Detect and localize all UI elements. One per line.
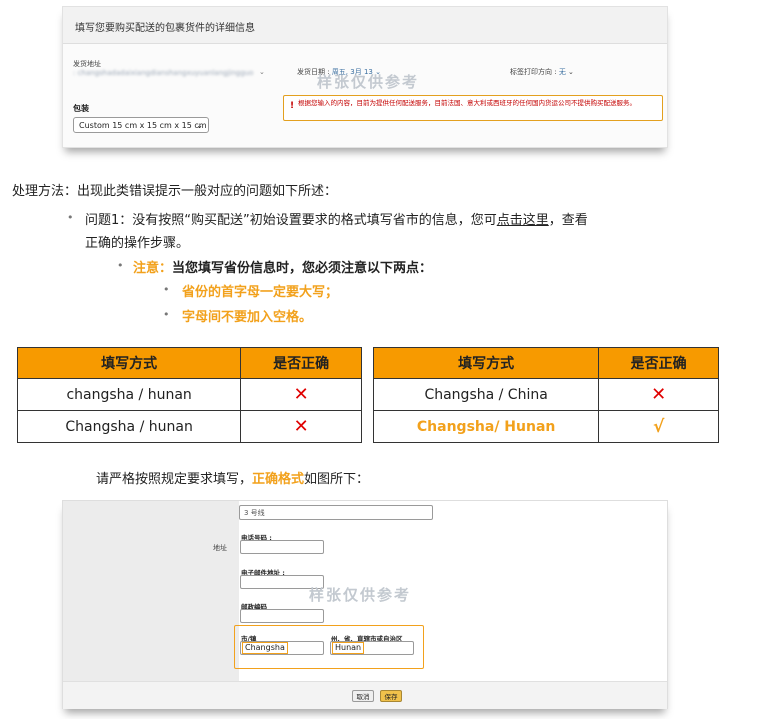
comparison-table-right: 填写方式 是否正确 Changsha / China ✕ Changsha/ H… xyxy=(372,347,719,443)
phone-input[interactable] xyxy=(240,540,324,554)
bullet-icon: • xyxy=(117,259,124,272)
header-correct: 是否正确 xyxy=(240,347,362,379)
header-method: 填写方式 xyxy=(372,347,600,379)
address-label: 地址 xyxy=(213,544,227,552)
print-direction: 标签打印方向 : 无 ⌄ xyxy=(510,59,574,78)
check-icon: √ xyxy=(652,416,665,437)
strict-format-line: 请严格按照规定要求填写，正确格式如图所下： xyxy=(96,468,369,487)
city-input[interactable]: Changsha xyxy=(240,641,324,655)
street2-input[interactable]: 3 号线 xyxy=(239,505,433,520)
issue1-prefix: 问题1：没有按照“购买配送”初始设置要求的格式填写省市的信息，您可 xyxy=(85,213,497,228)
result-cell: ✕ xyxy=(240,410,362,443)
header-method: 填写方式 xyxy=(16,347,242,379)
method-cell: changsha / hunan xyxy=(16,378,242,411)
state-input[interactable]: Hunan xyxy=(330,641,414,655)
form-footer: 取消 保存 xyxy=(63,681,667,709)
bullet-icon: • xyxy=(67,211,74,224)
table-row: changsha / hunan ✕ xyxy=(16,378,362,411)
click-here-link[interactable]: 点击这里 xyxy=(497,213,549,228)
issue1-line1: 问题1：没有按照“购买配送”初始设置要求的格式填写省市的信息，您可点击这里，查看 xyxy=(85,209,588,228)
warning-icon: ! xyxy=(290,101,295,111)
note-point-2: 字母间不要加入空格。 xyxy=(182,310,313,325)
note-text: 当您填写省份信息时，您必须注意以下两点： xyxy=(172,261,433,276)
package-label: 包装 xyxy=(73,104,89,113)
print-direction-value[interactable]: 无 xyxy=(559,68,566,76)
bullet-icon: • xyxy=(163,283,170,296)
issue1-line2: 正确的操作步骤。 xyxy=(85,236,190,251)
note-point-1: 省份的首字母一定要大写； xyxy=(182,285,339,300)
package-select[interactable]: Custom 15 cm x 15 cm x 15 cm ⌄ xyxy=(73,117,209,133)
print-direction-label: 标签打印方向 : xyxy=(510,68,559,76)
city-value: Changsha xyxy=(242,642,288,654)
warning-box: ! 根据您输入的内容，目前为提供任何配送服务，目前法国、意大利或西班牙的任何国内… xyxy=(283,95,663,121)
address-form-screenshot: 3 号线 地址 电话号码 : 电子邮件地址 : 邮政编码 样张仅供参考 市/镇 … xyxy=(62,500,668,709)
header-correct: 是否正确 xyxy=(598,347,719,379)
form-title: 填写您要购买配送的包裹货件的详细信息 xyxy=(75,23,255,34)
result-cell: ✕ xyxy=(240,378,362,411)
warning-text: 根据您输入的内容，目前为提供任何配送服务，目前法国、意大利或西班牙的任何国内货运… xyxy=(298,99,636,107)
comparison-table-left: 填写方式 是否正确 changsha / hunan ✕ Changsha / … xyxy=(16,347,362,443)
strict-highlight: 正确格式 xyxy=(252,472,305,487)
state-value: Hunan xyxy=(332,642,365,654)
cross-icon: ✕ xyxy=(293,384,309,405)
note-label: 注意： xyxy=(133,261,173,276)
cancel-button[interactable]: 取消 xyxy=(352,690,374,702)
strict-suffix: 如图所下： xyxy=(304,472,370,487)
ship-from-label: 发货地址 xyxy=(73,60,101,68)
note-line: 注意：当您填写省份信息时，您必须注意以下两点： xyxy=(133,257,432,276)
watermark: 样张仅供参考 xyxy=(309,586,412,604)
save-button[interactable]: 保存 xyxy=(380,690,402,702)
chevron-down-icon[interactable]: ⌄ xyxy=(259,68,265,76)
method-cell: Changsha / China xyxy=(372,378,600,411)
issue1-suffix: ，查看 xyxy=(548,213,588,228)
method-cell: Changsha / hunan xyxy=(16,410,242,443)
method-heading: 处理方法：出现此类错误提示一般对应的问题如下所述： xyxy=(12,184,338,199)
result-cell: √ xyxy=(598,410,719,443)
table-row: Changsha / China ✕ xyxy=(372,378,719,411)
strict-prefix: 请严格按照规定要求填写， xyxy=(96,472,253,487)
left-panel xyxy=(63,501,239,681)
street2-value: 3 号线 xyxy=(244,509,265,517)
cross-icon: ✕ xyxy=(651,384,667,405)
form-header: 填写您要购买配送的包裹货件的详细信息 xyxy=(63,7,667,44)
package-select-value: Custom 15 cm x 15 cm x 15 cm xyxy=(79,121,207,130)
bullet-icon: • xyxy=(163,308,170,321)
table-row: Changsha/ Hunan √ xyxy=(372,410,719,443)
chevron-down-icon: ⌄ xyxy=(196,121,203,130)
ship-from-value[interactable]: : changshadadaixiangdianshangxuyuanlangj… xyxy=(73,69,253,77)
shipping-form-screenshot: 填写您要购买配送的包裹货件的详细信息 发货地址 : changshadadaix… xyxy=(62,6,668,148)
table-row: Changsha / hunan ✕ xyxy=(16,410,362,443)
result-cell: ✕ xyxy=(598,378,719,411)
cross-icon: ✕ xyxy=(293,416,309,437)
chevron-down-icon[interactable]: ⌄ xyxy=(566,68,574,76)
method-cell: Changsha/ Hunan xyxy=(372,410,600,443)
watermark: 样张仅供参考 xyxy=(317,73,420,91)
postcode-input[interactable] xyxy=(240,609,324,623)
